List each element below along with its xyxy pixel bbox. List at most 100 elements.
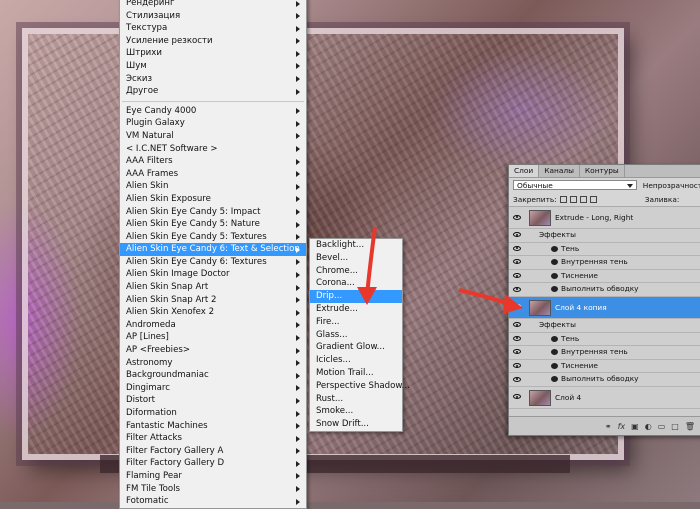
layer-row[interactable]: Extrude - Long, Right [509, 207, 700, 229]
effect-eye-icon[interactable] [551, 245, 558, 252]
visibility-eye-icon[interactable] [513, 322, 521, 328]
visibility-eye-icon[interactable] [513, 376, 521, 382]
filter-menu-item[interactable]: Eye Candy 4000 [120, 105, 306, 118]
lock-pixels-icon[interactable] [569, 195, 577, 203]
blend-mode-select[interactable]: Обычные [513, 180, 637, 190]
submenu-item[interactable]: Smoke... [310, 405, 402, 418]
folder-icon[interactable]: ▭ [658, 422, 666, 431]
filter-menu-item[interactable]: AAA Frames [120, 168, 306, 181]
effect-eye-icon[interactable] [551, 335, 558, 342]
visibility-eye-icon[interactable] [513, 363, 521, 369]
submenu-item[interactable]: Fire... [310, 316, 402, 329]
fx-icon[interactable]: fx [618, 422, 626, 431]
filter-menu-item[interactable]: Dingimarc [120, 382, 306, 395]
submenu-item[interactable]: Chrome... [310, 265, 402, 278]
filter-menu-item[interactable]: Backgroundmaniac [120, 369, 306, 382]
submenu-item[interactable]: Motion Trail... [310, 367, 402, 380]
effect-row[interactable]: Тень [509, 243, 700, 257]
effect-eye-icon[interactable] [551, 259, 558, 266]
visibility-eye-icon[interactable] [513, 394, 521, 400]
submenu-item[interactable]: Snow Drift... [310, 418, 402, 431]
new-layer-icon[interactable]: □ [671, 422, 679, 431]
tab-0[interactable]: Слои [509, 165, 540, 177]
submenu-item[interactable]: Gradient Glow... [310, 341, 402, 354]
layer-row[interactable]: Слой 4 копия [509, 296, 700, 319]
effect-row[interactable]: Выполнить обводку [509, 373, 700, 387]
filter-menu-item[interactable]: Штрихи [120, 47, 306, 60]
visibility-eye-icon[interactable] [513, 259, 521, 265]
effect-eye-icon[interactable] [551, 349, 558, 356]
submenu-item[interactable]: Glass... [310, 329, 402, 342]
visibility-eye-icon[interactable] [513, 273, 521, 279]
adjustment-icon[interactable]: ◐ [645, 422, 652, 431]
filter-menu-item[interactable]: Шум [120, 60, 306, 73]
filter-menu-item[interactable]: Alien Skin [120, 180, 306, 193]
filter-menu-item[interactable]: Fotomatic [120, 495, 306, 508]
filter-menu-item[interactable]: Andromeda [120, 319, 306, 332]
effect-row[interactable]: Выполнить обводку [509, 283, 700, 297]
submenu-item[interactable]: Rust... [310, 393, 402, 406]
effect-eye-icon[interactable] [551, 272, 558, 279]
filter-menu-item[interactable]: Эскиз [120, 73, 306, 86]
filter-menu-item[interactable]: Alien Skin Eye Candy 6: Text & Selection [120, 243, 306, 256]
filter-menu-item[interactable]: AAA Filters [120, 155, 306, 168]
submenu-item[interactable]: Extrude... [310, 303, 402, 316]
effect-row[interactable]: Тень [509, 333, 700, 347]
mask-icon[interactable]: ▣ [631, 422, 639, 431]
filter-menu-item[interactable]: VM Natural [120, 130, 306, 143]
filter-menu-item[interactable]: Текстура [120, 22, 306, 35]
filter-menu-item[interactable]: Plugin Galaxy [120, 117, 306, 130]
filter-menu-item[interactable]: Flaming Pear [120, 470, 306, 483]
filter-menu-item[interactable]: AP <Freebies> [120, 344, 306, 357]
filter-menu-item[interactable]: Distort [120, 394, 306, 407]
effect-row[interactable]: Внутренняя тень [509, 256, 700, 270]
filter-menu-item[interactable]: Fantastic Machines [120, 420, 306, 433]
effects-group-row[interactable]: Эффекты [509, 319, 700, 333]
submenu-item[interactable]: Icicles... [310, 354, 402, 367]
filter-menu-item[interactable]: FM Tile Tools [120, 483, 306, 496]
visibility-eye-icon[interactable] [513, 335, 521, 341]
filter-menu-item[interactable]: Alien Skin Exposure [120, 193, 306, 206]
filter-menu-item[interactable]: Filter Factory Gallery D [120, 457, 306, 470]
filter-menu-item[interactable]: Astronomy [120, 357, 306, 370]
filter-menu-item[interactable]: Alien Skin Eye Candy 5: Textures [120, 231, 306, 244]
visibility-eye-icon[interactable] [513, 349, 521, 355]
filter-menu-item[interactable]: AP [Lines] [120, 331, 306, 344]
submenu-item[interactable]: Drip... [310, 290, 402, 303]
submenu-item[interactable]: Backlight... [310, 239, 402, 252]
link-icon[interactable]: ⚭ [605, 422, 612, 431]
effect-row[interactable]: Тиснение [509, 270, 700, 284]
layer-row[interactable]: Слой 4 [509, 387, 700, 409]
effect-row[interactable]: Тиснение [509, 360, 700, 374]
visibility-eye-icon[interactable] [513, 245, 521, 251]
effect-eye-icon[interactable] [551, 376, 558, 383]
filter-menu-item[interactable]: Стилизация [120, 10, 306, 23]
filter-menu-item[interactable]: Alien Skin Eye Candy 6: Textures [120, 256, 306, 269]
submenu-item[interactable]: Corona... [310, 277, 402, 290]
filter-menu-item[interactable]: Рендеринг [120, 0, 306, 10]
visibility-eye-icon[interactable] [513, 286, 521, 292]
filter-menu-item[interactable]: Alien Skin Image Doctor [120, 268, 306, 281]
effects-group-row[interactable]: Эффекты [509, 229, 700, 243]
submenu-item[interactable]: Bevel... [310, 252, 402, 265]
filter-menu-item[interactable]: Filter Factory Gallery A [120, 445, 306, 458]
tab-2[interactable]: Контуры [580, 165, 625, 177]
effect-eye-icon[interactable] [551, 286, 558, 293]
filter-menu-item[interactable]: Alien Skin Eye Candy 5: Impact [120, 206, 306, 219]
visibility-eye-icon[interactable] [513, 304, 521, 310]
tab-1[interactable]: Каналы [539, 165, 580, 177]
filter-menu-item[interactable]: Diformation [120, 407, 306, 420]
filter-menu-item[interactable]: Alien Skin Xenofex 2 [120, 306, 306, 319]
filter-menu-item[interactable]: < I.C.NET Software > [120, 143, 306, 156]
effect-eye-icon[interactable] [551, 362, 558, 369]
visibility-eye-icon[interactable] [513, 214, 521, 220]
submenu-item[interactable]: Perspective Shadow... [310, 380, 410, 393]
lock-position-icon[interactable] [579, 195, 587, 203]
filter-menu-item[interactable]: Другое [120, 85, 306, 98]
filter-menu-item[interactable]: Усиление резкости [120, 35, 306, 48]
trash-icon[interactable]: 🗑 [685, 422, 695, 431]
lock-transparent-icon[interactable] [559, 195, 567, 203]
filter-menu-item[interactable]: Alien Skin Snap Art 2 [120, 294, 306, 307]
effect-row[interactable]: Внутренняя тень [509, 346, 700, 360]
filter-menu-item[interactable]: Alien Skin Eye Candy 5: Nature [120, 218, 306, 231]
